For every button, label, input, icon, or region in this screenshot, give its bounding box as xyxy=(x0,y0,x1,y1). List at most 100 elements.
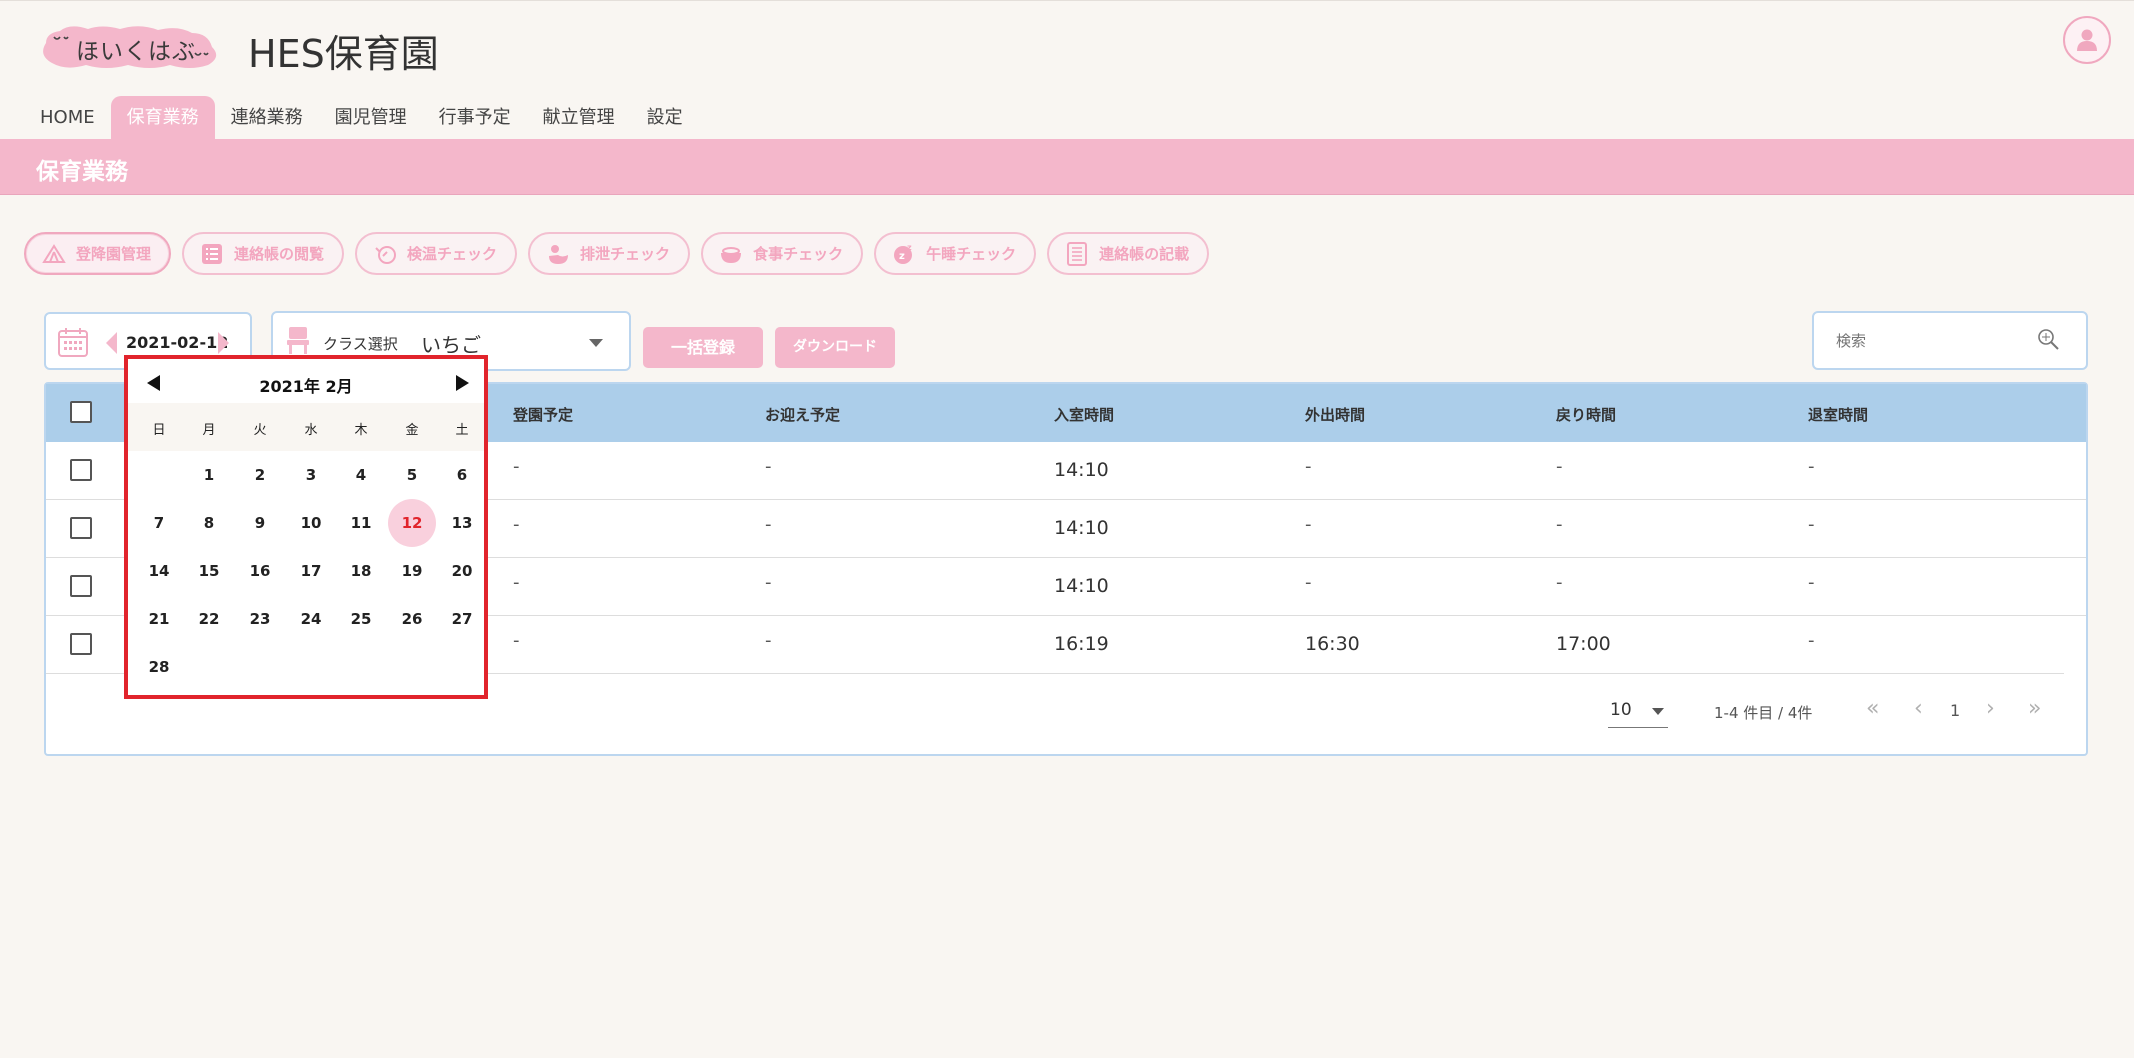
first-page-icon[interactable]: « xyxy=(1866,696,1879,721)
search-icon[interactable] xyxy=(2036,327,2060,351)
table-cell: - xyxy=(765,456,772,477)
current-page-number[interactable]: 1 xyxy=(1950,701,1960,720)
rows-per-page-select[interactable]: 10 xyxy=(1608,694,1668,728)
chevron-down-icon[interactable] xyxy=(589,339,603,347)
calendar-day[interactable]: 26 xyxy=(388,595,436,643)
table-cell: - xyxy=(1808,456,1815,477)
weekday-label: 水 xyxy=(304,423,318,438)
calendar-day[interactable]: 11 xyxy=(337,499,385,547)
calendar-day[interactable]: 21 xyxy=(135,595,183,643)
column-header-4[interactable]: 戻り時間 xyxy=(1556,404,1616,425)
app-logo[interactable]: ほいくはぶ xyxy=(40,25,222,69)
nav-tab-0[interactable]: HOME xyxy=(24,96,111,139)
calendar-day[interactable]: 8 xyxy=(185,499,233,547)
download-button[interactable]: ダウンロード xyxy=(775,327,895,368)
nav-tab-5[interactable]: 献立管理 xyxy=(527,96,631,139)
calendar-day[interactable]: 25 xyxy=(337,595,385,643)
column-header-2[interactable]: 入室時間 xyxy=(1054,404,1114,425)
column-header-3[interactable]: 外出時間 xyxy=(1305,404,1365,425)
calendar-day[interactable]: 1 xyxy=(185,451,233,499)
calendar-day[interactable]: 22 xyxy=(185,595,233,643)
calendar-day[interactable]: 4 xyxy=(337,451,385,499)
table-cell: - xyxy=(1808,572,1815,593)
function-button-5[interactable]: z z 午睡チェック xyxy=(874,232,1037,275)
calendar-day[interactable]: 27 xyxy=(438,595,486,643)
calendar-day[interactable]: 5 xyxy=(388,451,436,499)
chevron-down-icon[interactable] xyxy=(1652,708,1664,715)
column-header-1[interactable]: お迎え予定 xyxy=(765,404,840,425)
calendar-header: 2021年 2月 xyxy=(128,359,484,403)
function-button-1[interactable]: 連絡帳の閲覧 xyxy=(182,232,345,275)
nav-tab-1[interactable]: 保育業務 xyxy=(110,96,215,139)
calendar-day[interactable]: 18 xyxy=(337,547,385,595)
chair-icon xyxy=(287,327,309,354)
function-button-0[interactable]: 登降園管理 xyxy=(24,232,172,275)
user-account-button[interactable] xyxy=(2063,16,2111,64)
table-cell: 14:10 xyxy=(1054,517,1109,539)
next-date-arrow-icon[interactable] xyxy=(218,332,229,354)
calendar-day[interactable]: 16 xyxy=(236,547,284,595)
calendar-day[interactable]: 28 xyxy=(135,643,183,691)
calendar-day[interactable]: 2 xyxy=(236,451,284,499)
select-all-checkbox[interactable] xyxy=(70,401,92,423)
calendar-day[interactable]: 19 xyxy=(388,547,436,595)
weekday-label: 火 xyxy=(253,423,267,438)
table-cell: - xyxy=(513,572,520,593)
nav-tab-2[interactable]: 連絡業務 xyxy=(215,96,319,139)
calendar-day[interactable]: 14 xyxy=(135,547,183,595)
row-checkbox[interactable] xyxy=(70,575,92,597)
column-header-0[interactable]: 登園予定 xyxy=(513,404,573,425)
table-cell: 17:00 xyxy=(1556,633,1611,655)
calendar-day[interactable]: 20 xyxy=(438,547,486,595)
table-cell: 16:30 xyxy=(1305,633,1360,655)
calendar-day[interactable]: 10 xyxy=(287,499,335,547)
table-cell: - xyxy=(1808,630,1815,651)
next-page-icon[interactable]: › xyxy=(1986,696,1995,721)
duck-icon xyxy=(546,242,570,266)
section-bar: 保育業務 xyxy=(0,139,2134,195)
row-checkbox[interactable] xyxy=(70,459,92,481)
table-cell: - xyxy=(513,456,520,477)
calendar-day[interactable]: 3 xyxy=(287,451,335,499)
prev-date-arrow-icon[interactable] xyxy=(106,332,117,354)
calendar-day[interactable]: 13 xyxy=(438,499,486,547)
selected-date[interactable]: 2021-02-12 xyxy=(126,333,228,352)
class-select-value[interactable]: いちご xyxy=(421,329,481,358)
column-header-5[interactable]: 退室時間 xyxy=(1808,404,1868,425)
table-cell: 14:10 xyxy=(1054,575,1109,597)
nav-tab-3[interactable]: 園児管理 xyxy=(319,96,423,139)
calendar-day[interactable]: 17 xyxy=(287,547,335,595)
nav-tab-4[interactable]: 行事予定 xyxy=(423,96,527,139)
row-checkbox[interactable] xyxy=(70,517,92,539)
calendar-day[interactable]: 7 xyxy=(135,499,183,547)
calendar-day[interactable]: 15 xyxy=(185,547,233,595)
nursery-name: HES保育園 xyxy=(248,32,439,76)
calendar-day[interactable]: 24 xyxy=(287,595,335,643)
bulk-register-button[interactable]: 一括登録 xyxy=(643,327,763,368)
function-button-2[interactable]: 検温チェック xyxy=(355,232,518,275)
nav-tab-6[interactable]: 設定 xyxy=(631,96,699,139)
function-button-3[interactable]: 排泄チェック xyxy=(528,232,691,275)
function-button-6[interactable]: 連絡帳の記載 xyxy=(1047,232,1210,275)
calendar-weekday-row: 日月火水木金土 xyxy=(128,403,484,451)
function-button-label: 連絡帳の記載 xyxy=(1099,245,1190,263)
calendar-day[interactable]: 23 xyxy=(236,595,284,643)
calendar-day[interactable]: 6 xyxy=(438,451,486,499)
next-month-icon[interactable] xyxy=(456,375,469,391)
row-checkbox[interactable] xyxy=(70,633,92,655)
last-page-icon[interactable]: » xyxy=(2028,696,2041,721)
function-button-4[interactable]: 食事チェック xyxy=(701,232,864,275)
calendar-icon[interactable] xyxy=(57,326,89,358)
table-cell: - xyxy=(1305,514,1312,535)
logo-text: ほいくはぶ xyxy=(76,39,196,65)
pagination-range: 1-4 件目 / 4件 xyxy=(1714,704,1813,722)
calendar-month-title: 2021年 2月 xyxy=(259,377,353,396)
function-button-label: 連絡帳の閲覧 xyxy=(234,245,325,263)
table-cell: - xyxy=(513,514,520,535)
rows-per-page-value: 10 xyxy=(1610,700,1632,720)
calendar-day-selected[interactable]: 12 xyxy=(388,499,436,547)
search-box xyxy=(1812,311,2088,370)
calendar-day[interactable]: 9 xyxy=(236,499,284,547)
prev-page-icon[interactable]: ‹ xyxy=(1914,696,1923,721)
search-input[interactable] xyxy=(1836,329,2026,353)
